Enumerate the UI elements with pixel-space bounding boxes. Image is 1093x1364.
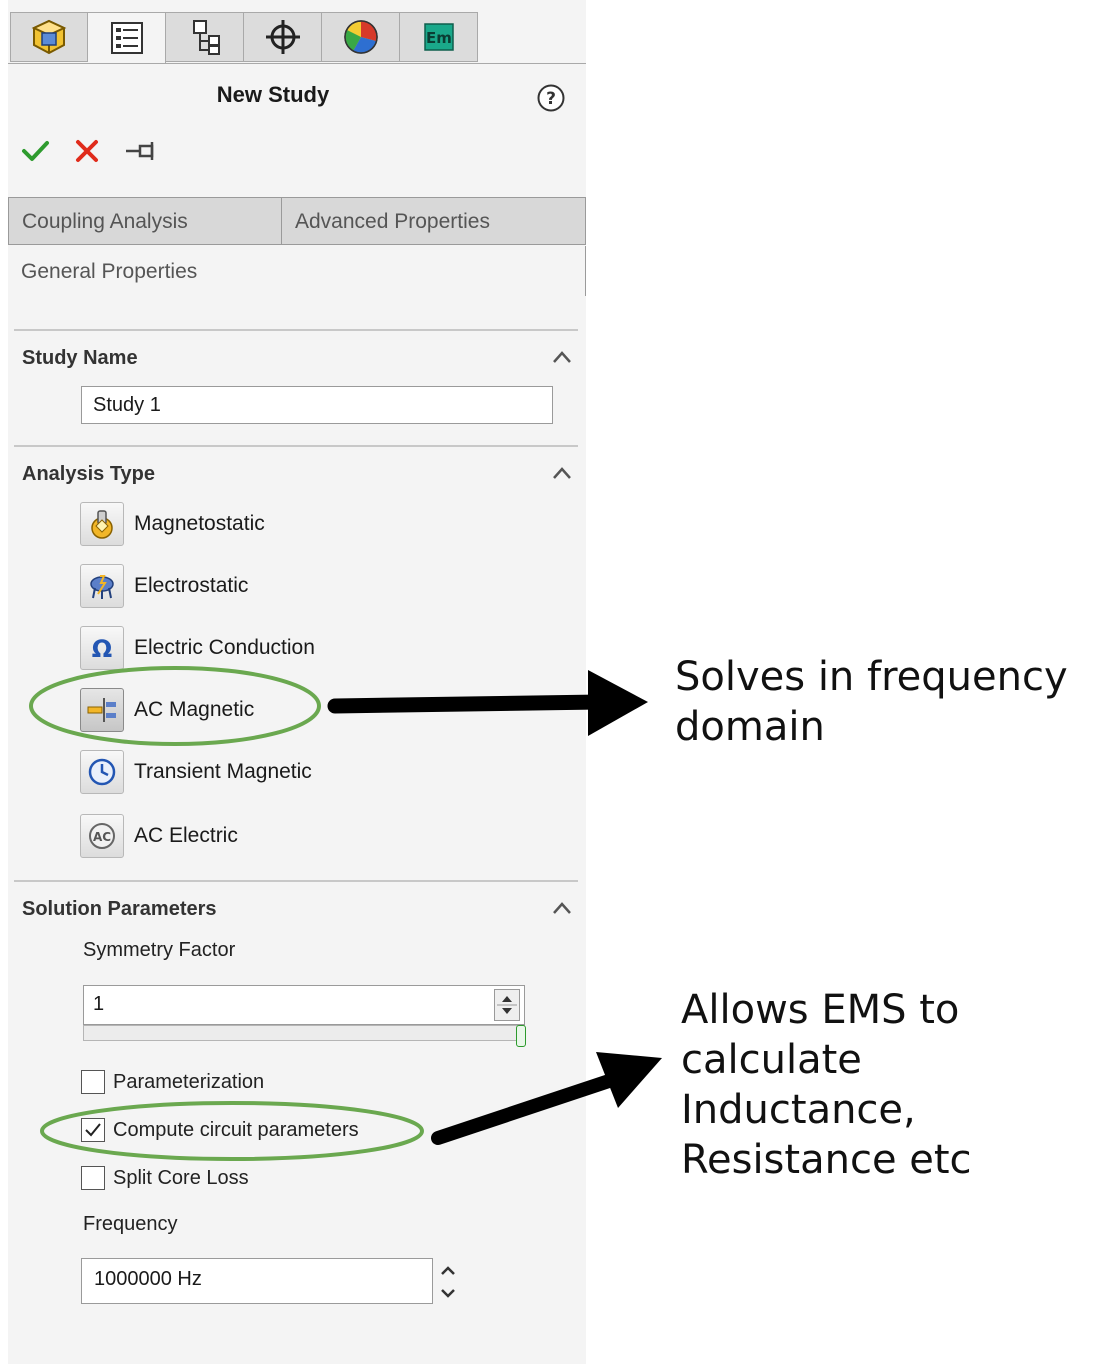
study-name-title: Study Name (22, 347, 138, 369)
ac-electric-icon: AC (80, 814, 124, 858)
property-tabs: Coupling Analysis Advanced Properties (8, 197, 586, 247)
magnetostatic-icon (80, 502, 124, 546)
tab-configuration-manager[interactable] (166, 12, 244, 62)
split-core-loss-option[interactable]: Split Core Loss (81, 1166, 249, 1190)
callout-line: Solves in frequency (675, 654, 1068, 700)
configuration-manager-icon (192, 20, 220, 55)
tab-general-properties[interactable]: General Properties (8, 246, 586, 296)
analysis-magnetostatic[interactable]: Magnetostatic (80, 501, 265, 547)
pushpin-icon[interactable] (124, 136, 158, 166)
spinner-arrows-icon (497, 996, 517, 1014)
chevron-up-icon[interactable] (551, 899, 573, 917)
tab-feature-manager[interactable] (10, 12, 88, 62)
help-icon[interactable]: ? (536, 83, 566, 113)
solution-parameters-title: Solution Parameters (22, 898, 217, 920)
svg-text:AC: AC (93, 830, 111, 844)
tab-display-manager[interactable] (322, 12, 400, 62)
omega-icon: Ω (80, 626, 124, 670)
analysis-ac-magnetic[interactable]: AC Magnetic (80, 687, 254, 733)
analysis-label: Magnetostatic (134, 512, 265, 535)
analysis-electrostatic[interactable]: Electrostatic (80, 563, 248, 609)
symmetry-slider[interactable] (83, 1025, 525, 1041)
frequency-spinner-icon[interactable] (436, 1262, 460, 1302)
divider (14, 445, 578, 447)
symmetry-factor-input[interactable]: 1 (83, 985, 525, 1025)
analysis-type-title: Analysis Type (22, 463, 156, 485)
compute-circuit-label: Compute circuit parameters (113, 1118, 359, 1141)
tab-ems[interactable]: Em (400, 12, 478, 62)
tab-property-manager[interactable] (88, 12, 166, 64)
callout-line: Resistance etc (681, 1137, 972, 1183)
analysis-transient-magnetic[interactable]: Transient Magnetic (80, 749, 312, 795)
callout-line: domain (675, 704, 825, 750)
study-name-input[interactable]: Study 1 (81, 386, 553, 424)
callout-frequency-domain: Solves in frequency domain (675, 652, 1068, 752)
appearance-icon (343, 20, 378, 54)
symmetry-factor-label: Symmetry Factor (83, 939, 236, 961)
callout-line: Inductance, (681, 1087, 916, 1133)
analysis-label: Electric Conduction (134, 636, 315, 659)
crosshair-icon (265, 20, 300, 54)
parameterization-checkbox[interactable] (81, 1070, 105, 1094)
em-icon: Em (423, 23, 454, 51)
slider-thumb[interactable] (516, 1025, 526, 1047)
split-core-loss-label: Split Core Loss (113, 1166, 249, 1189)
part-icon (31, 19, 67, 55)
em-icon-label: Em (426, 29, 452, 47)
checkmark-icon (85, 1123, 101, 1137)
frequency-input[interactable]: 1000000 Hz (81, 1258, 433, 1304)
analysis-electric-conduction[interactable]: Ω Electric Conduction (80, 625, 315, 671)
analysis-label: AC Electric (134, 824, 238, 847)
property-manager-icon (110, 22, 143, 54)
electrostatic-icon (80, 564, 124, 608)
svg-text:Ω: Ω (92, 635, 112, 663)
analysis-label: Electrostatic (134, 574, 249, 597)
cancel-x-icon[interactable] (74, 138, 100, 164)
frequency-label: Frequency (83, 1213, 178, 1235)
analysis-ac-electric[interactable]: AC AC Electric (80, 813, 238, 859)
compute-circuit-checkbox[interactable] (81, 1118, 105, 1142)
tabs-divider (8, 63, 586, 64)
page-title: New Study (216, 82, 330, 107)
symmetry-spinner[interactable] (494, 989, 520, 1021)
compute-circuit-option[interactable]: Compute circuit parameters (81, 1118, 359, 1142)
svg-text:?: ? (546, 89, 556, 109)
tab-dimxpert-manager[interactable] (244, 12, 322, 62)
divider (14, 329, 578, 331)
clock-icon (80, 750, 124, 794)
callout-line: calculate (681, 1037, 862, 1083)
tab-coupling-analysis[interactable]: Coupling Analysis (8, 197, 282, 245)
tab-advanced-properties[interactable]: Advanced Properties (282, 197, 586, 245)
chevron-up-icon[interactable] (551, 464, 573, 482)
arrow-head-2 (596, 1052, 662, 1108)
analysis-label: Transient Magnetic (134, 760, 312, 783)
callout-circuit-parameters: Allows EMS to calculate Inductance, Resi… (681, 985, 972, 1185)
callout-line: Allows EMS to (681, 987, 960, 1033)
action-bar (20, 136, 158, 166)
ok-check-icon[interactable] (20, 136, 50, 166)
analysis-label: AC Magnetic (134, 698, 255, 721)
parameterization-label: Parameterization (113, 1070, 265, 1093)
property-manager-panel: Em New Study ? Coupling Analysis Advance… (8, 0, 586, 1364)
arrow-head-1 (588, 670, 648, 736)
parameterization-option[interactable]: Parameterization (81, 1070, 264, 1094)
chevron-up-icon[interactable] (551, 348, 573, 366)
ac-magnetic-icon (80, 688, 124, 732)
manager-tabs: Em (10, 12, 478, 64)
split-core-loss-checkbox[interactable] (81, 1166, 105, 1190)
divider (14, 880, 578, 882)
